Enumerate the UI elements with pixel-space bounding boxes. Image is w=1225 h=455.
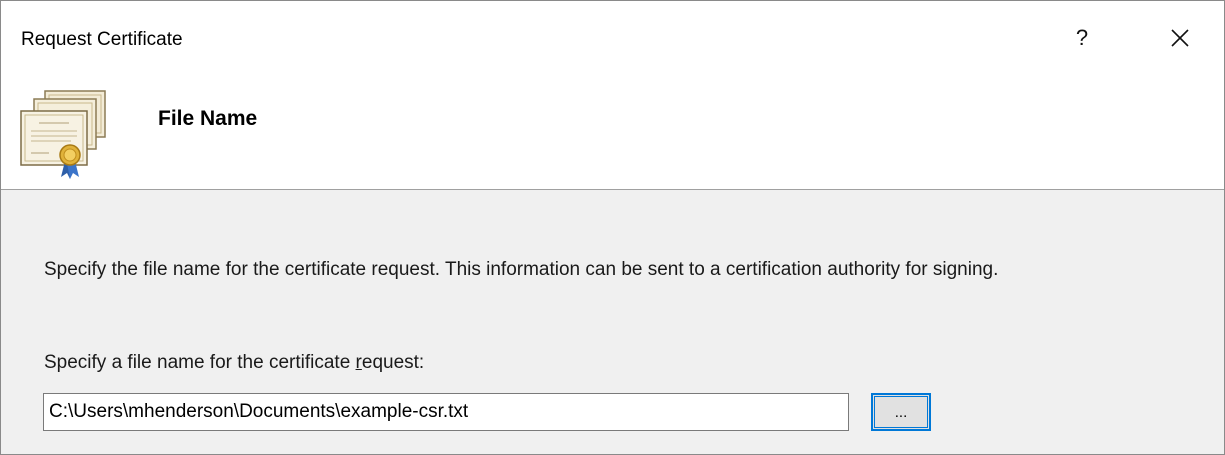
file-name-label-text-end: equest: [361,352,425,373]
file-name-label-text: Specify a file name for the certificate [44,352,356,373]
close-button[interactable] [1157,15,1203,61]
description-text: Specify the file name for the certificat… [44,259,999,280]
help-button[interactable]: ? [1059,15,1105,61]
window-title: Request Certificate [21,29,183,50]
close-icon [1171,29,1189,47]
file-path-input[interactable] [43,393,849,431]
wizard-header: File Name [1,79,1224,190]
browse-button[interactable]: ... [871,393,931,431]
request-certificate-dialog: Request Certificate ? File Name Specify … [0,0,1225,455]
file-name-label: Specify a file name for the certificate … [44,352,424,374]
title-bar: Request Certificate ? [1,1,1224,79]
wizard-content: Specify the file name for the certificat… [1,190,1224,454]
page-title: File Name [158,107,258,130]
certificate-icon [20,90,106,179]
